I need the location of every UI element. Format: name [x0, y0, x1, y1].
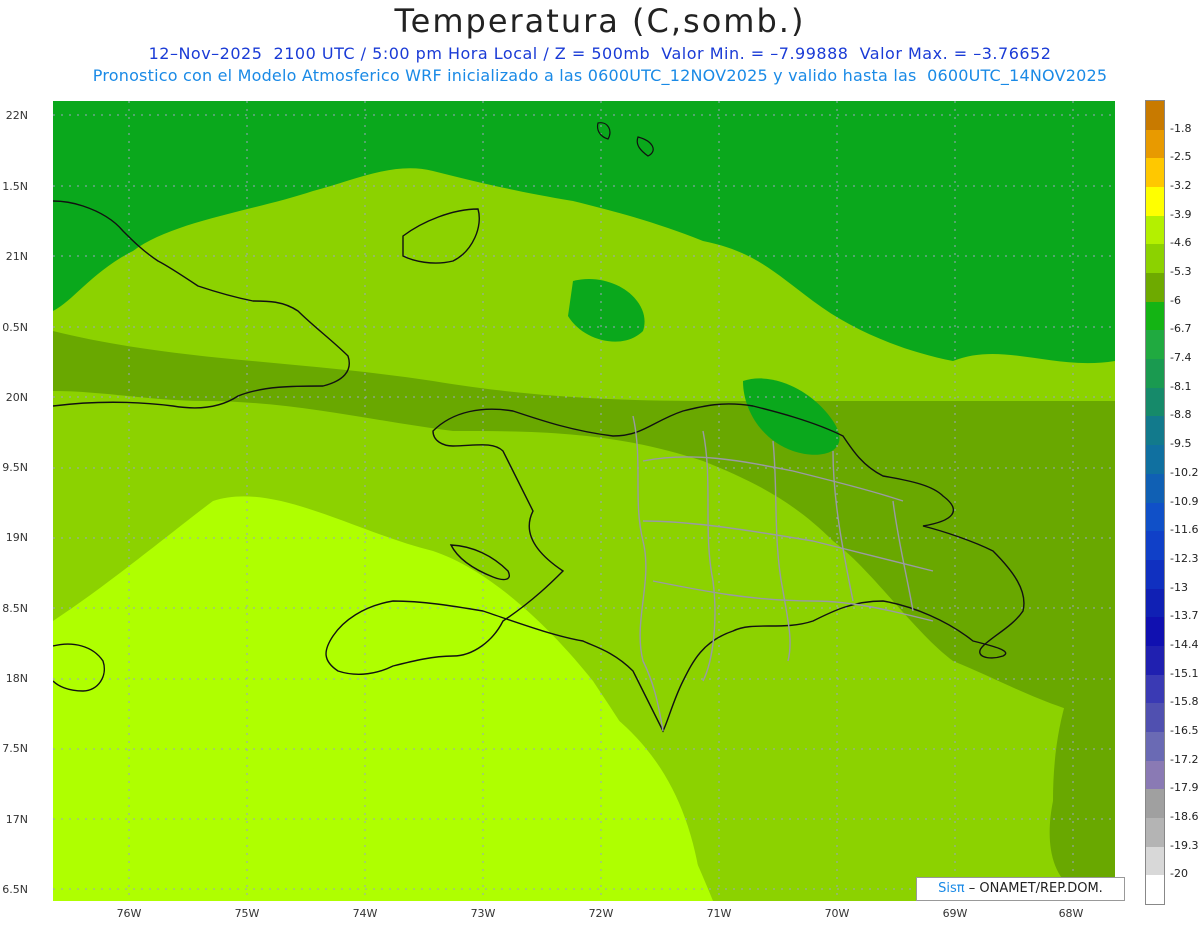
colorbar-segment — [1146, 387, 1164, 417]
colorbar-label: -16.5 — [1170, 723, 1199, 737]
lat-label: 20N — [5, 391, 28, 404]
lat-label: 0.5N — [2, 321, 28, 334]
colorbar-segment — [1146, 301, 1164, 331]
colorbar-segment — [1146, 445, 1164, 475]
colorbar-label: -17.9 — [1170, 781, 1199, 795]
colorbar-segment — [1146, 617, 1164, 647]
colorbar-segment — [1146, 416, 1164, 446]
valid-time-line: 12–Nov–2025 2100 UTC / 5:00 pm Hora Loca… — [148, 44, 1052, 63]
lon-label: 69W — [942, 907, 968, 920]
colorbar-label: -3.9 — [1170, 207, 1192, 221]
colorbar-segment — [1146, 588, 1164, 618]
colorbar-segment — [1146, 674, 1164, 704]
colorbar-segment — [1146, 101, 1164, 131]
colorbar-segment — [1146, 703, 1164, 733]
colorbar-label: -3.2 — [1170, 179, 1192, 193]
colorbar — [1145, 100, 1165, 905]
lat-label: 21N — [5, 250, 28, 263]
colorbar-segment — [1146, 359, 1164, 389]
colorbar-label: -15.8 — [1170, 695, 1199, 709]
colorbar-label: -9.5 — [1170, 437, 1192, 451]
colorbar-label: -13 — [1170, 580, 1188, 594]
model-info-line: Pronostico con el Modelo Atmosferico WRF… — [92, 66, 1108, 85]
colorbar-segment — [1146, 875, 1164, 905]
map-title: Temperatura (C,somb.) — [394, 2, 806, 40]
colorbar-segment — [1146, 273, 1164, 303]
colorbar-label: -7.4 — [1170, 351, 1192, 365]
lon-label: 71W — [706, 907, 732, 920]
lat-label: 9.5N — [2, 461, 28, 474]
colorbar-label: -1.8 — [1170, 121, 1192, 135]
colorbar-label: -17.2 — [1170, 752, 1199, 766]
lon-label: 76W — [116, 907, 142, 920]
colorbar-segment — [1146, 817, 1164, 848]
colorbar-segment — [1146, 731, 1164, 762]
colorbar-label: -12.3 — [1170, 551, 1199, 565]
colorbar-label: -6 — [1170, 293, 1181, 307]
colorbar-label: -4.6 — [1170, 236, 1192, 250]
lat-label: 1.5N — [2, 180, 28, 193]
lat-label: 18N — [5, 672, 28, 685]
lon-label: 72W — [588, 907, 614, 920]
sispi-logo: Sisπ – ONAMET/REP.DOM. — [916, 877, 1125, 901]
colorbar-label: -6.7 — [1170, 322, 1192, 336]
lon-label: 70W — [824, 907, 850, 920]
colorbar-segment — [1146, 846, 1164, 876]
colorbar-segment — [1146, 789, 1164, 819]
colorbar-label: -11.6 — [1170, 523, 1199, 537]
colorbar-label: -8.1 — [1170, 379, 1192, 393]
colorbar-segment — [1146, 473, 1164, 503]
colorbar-segment — [1146, 330, 1164, 360]
colorbar-segment — [1146, 760, 1164, 790]
colorbar-label: -18.6 — [1170, 809, 1199, 823]
colorbar-segment — [1146, 215, 1164, 245]
colorbar-segment — [1146, 129, 1164, 159]
colorbar-segment — [1146, 502, 1164, 532]
colorbar-label: -10.2 — [1170, 465, 1199, 479]
colorbar-segment — [1146, 158, 1164, 188]
colorbar-label: -8.8 — [1170, 408, 1192, 422]
lat-label: 6.5N — [2, 883, 28, 896]
colorbar-label: -10.9 — [1170, 494, 1199, 508]
lon-label: 75W — [234, 907, 260, 920]
lat-label: 22N — [5, 109, 28, 122]
colorbar-label: -15.1 — [1170, 666, 1199, 680]
colorbar-label: -20 — [1170, 867, 1188, 881]
lat-label: 8.5N — [2, 602, 28, 615]
colorbar-label: -13.7 — [1170, 609, 1199, 623]
colorbar-segment — [1146, 531, 1164, 561]
colorbar-label: -5.3 — [1170, 265, 1192, 279]
colorbar-label: -14.4 — [1170, 637, 1199, 651]
lon-label: 68W — [1058, 907, 1084, 920]
map-canvas — [53, 101, 1115, 901]
logo-brand: Sisπ — [938, 881, 965, 896]
colorbar-segment — [1146, 645, 1164, 676]
lon-label: 74W — [352, 907, 378, 920]
lat-label: 17N — [5, 813, 28, 826]
colorbar-segment — [1146, 244, 1164, 274]
colorbar-label: -19.3 — [1170, 838, 1199, 852]
colorbar-label: -2.5 — [1170, 150, 1192, 164]
temperature-map — [53, 101, 1115, 901]
lat-label: 19N — [5, 531, 28, 544]
lat-label: 7.5N — [2, 742, 28, 755]
lon-label: 73W — [470, 907, 496, 920]
colorbar-segment — [1146, 187, 1164, 217]
colorbar-segment — [1146, 559, 1164, 590]
logo-text: – ONAMET/REP.DOM. — [968, 881, 1103, 896]
